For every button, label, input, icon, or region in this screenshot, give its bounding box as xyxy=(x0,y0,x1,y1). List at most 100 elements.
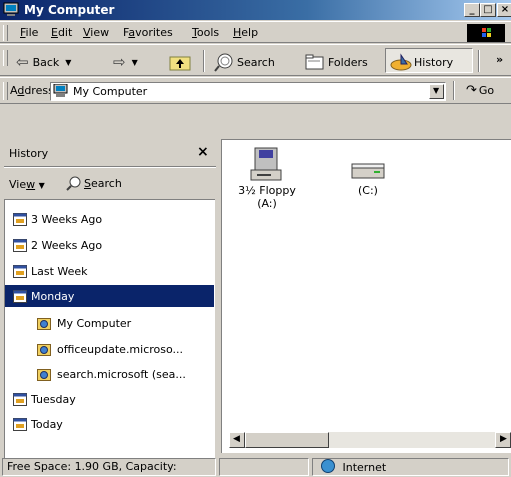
scroll-right-button[interactable]: ▶ xyxy=(495,432,511,448)
address-label: Address xyxy=(10,84,54,97)
calendar-icon xyxy=(13,289,27,303)
drive-label-line1: 3½ Floppy xyxy=(238,184,296,197)
status-zone-label: Internet xyxy=(342,461,387,474)
forward-arrow-icon: ⇨ xyxy=(113,53,126,71)
calendar-icon xyxy=(13,238,27,252)
back-button[interactable]: ⇦ Back ▼ xyxy=(16,51,71,73)
status-bar: Free Space: 1.90 GB, Capacity: Internet xyxy=(0,456,511,477)
menu-favorites[interactable]: Favorites xyxy=(123,26,173,39)
history-item-label: My Computer xyxy=(57,316,132,330)
drive-label-line2: (A:) xyxy=(257,197,277,210)
my-computer-small-icon xyxy=(53,84,68,97)
maximize-button[interactable]: □ xyxy=(480,3,496,17)
chevron-down-icon: ▼ xyxy=(433,86,440,95)
back-arrow-icon: ⇦ xyxy=(16,53,29,71)
menu-bar: File Edit View Favorites Tools Help xyxy=(0,21,511,43)
drive-label-line1: (C:) xyxy=(358,184,378,197)
up-folder-icon xyxy=(169,56,191,71)
address-separator xyxy=(453,81,455,100)
up-folder-button[interactable] xyxy=(169,51,191,73)
history-item-label: Last Week xyxy=(31,264,88,278)
windows-logo-icon xyxy=(467,24,505,42)
history-item-label: search.microsoft (sea... xyxy=(57,367,186,381)
floppy-drive-icon xyxy=(250,147,282,181)
history-pane-title: History xyxy=(9,147,49,160)
toolbar-separator xyxy=(203,50,205,72)
history-pane-header: History × xyxy=(4,139,216,168)
search-button[interactable]: Search xyxy=(214,51,275,73)
menu-grip[interactable] xyxy=(3,25,8,41)
calendar-icon xyxy=(13,212,27,226)
title-bar[interactable]: My Computer _ □ × xyxy=(0,0,511,20)
history-site-icon xyxy=(37,318,51,330)
history-site-icon xyxy=(37,369,51,381)
address-grip[interactable] xyxy=(3,82,8,100)
history-item-label: 3 Weeks Ago xyxy=(31,212,103,226)
history-site-icon xyxy=(37,344,51,356)
history-item-label: Monday xyxy=(31,289,75,303)
internet-globe-icon xyxy=(321,459,335,473)
back-dropdown-icon[interactable]: ▼ xyxy=(65,58,71,67)
menu-file[interactable]: File xyxy=(20,26,38,39)
status-zone-panel: Internet xyxy=(312,458,509,476)
history-tree: 3 Weeks Ago 2 Weeks Ago Last Week Monday xyxy=(4,199,215,459)
folders-button[interactable]: Folders xyxy=(305,51,368,73)
scroll-left-button[interactable]: ◀ xyxy=(229,432,245,448)
address-value[interactable]: My Computer xyxy=(73,85,147,98)
pane-divider xyxy=(4,166,216,168)
go-label: Go xyxy=(478,84,495,97)
hard-drive-item[interactable]: (C:) xyxy=(338,146,398,197)
history-view-button[interactable]: View ▼ xyxy=(9,178,45,191)
window-title: My Computer xyxy=(24,3,115,17)
history-item-monday[interactable]: Monday xyxy=(5,285,214,307)
history-sundial-icon xyxy=(390,53,412,71)
status-empty-panel xyxy=(219,458,309,476)
explorer-window: My Computer _ □ × File Edit View Favorit… xyxy=(0,0,511,477)
folders-icon xyxy=(305,54,324,70)
history-item-tuesday[interactable]: Tuesday xyxy=(5,388,214,410)
history-item-3-weeks-ago[interactable]: 3 Weeks Ago xyxy=(5,208,214,230)
menu-tools[interactable]: Tools xyxy=(192,26,219,39)
close-window-button[interactable]: × xyxy=(497,3,511,17)
history-item-label: Today xyxy=(31,417,63,431)
history-site-my-computer[interactable]: My Computer xyxy=(5,312,214,334)
history-item-2-weeks-ago[interactable]: 2 Weeks Ago xyxy=(5,234,214,256)
history-site-officeupdate[interactable]: officeupdate.microso... xyxy=(5,338,214,360)
minimize-button[interactable]: _ xyxy=(464,3,480,17)
forward-button[interactable]: ⇨ ▼ xyxy=(113,51,138,73)
history-item-label: Tuesday xyxy=(31,392,76,406)
horizontal-scrollbar[interactable]: ◀ ▶ xyxy=(229,432,511,448)
address-dropdown-button[interactable]: ▼ xyxy=(429,84,444,99)
close-pane-icon[interactable]: × xyxy=(197,144,209,160)
history-button-content[interactable]: History xyxy=(390,51,453,73)
history-site-search-microsoft[interactable]: search.microsoft (sea... xyxy=(5,363,214,385)
scroll-thumb[interactable] xyxy=(245,432,329,448)
search-globe-small-icon xyxy=(66,176,81,191)
history-pane: History × View ▼ Search 3 Weeks Ago 2 We… xyxy=(4,139,216,459)
forward-dropdown-icon[interactable]: ▼ xyxy=(132,58,138,67)
toolbar-grip[interactable] xyxy=(3,50,8,66)
calendar-icon xyxy=(13,417,27,431)
calendar-icon xyxy=(13,264,27,278)
go-arrow-icon: ↷ xyxy=(466,83,477,98)
search-globe-icon xyxy=(214,53,233,72)
address-combobox[interactable]: My Computer ▼ xyxy=(50,82,446,101)
history-item-label: officeupdate.microso... xyxy=(57,342,184,356)
menu-view[interactable]: View xyxy=(83,26,109,39)
history-item-last-week[interactable]: Last Week xyxy=(5,260,214,282)
history-label: History xyxy=(414,55,454,69)
arrow-right-icon: ▶ xyxy=(500,434,507,444)
floppy-drive-item[interactable]: 3½ Floppy (A:) xyxy=(232,146,302,210)
back-label: Back xyxy=(32,55,60,69)
search-label: Search xyxy=(237,55,275,69)
status-free-space: Free Space: 1.90 GB, Capacity: xyxy=(2,458,216,476)
history-item-today[interactable]: Today xyxy=(5,413,214,435)
menu-help[interactable]: Help xyxy=(233,26,258,39)
calendar-icon xyxy=(13,392,27,406)
history-search-button[interactable]: Search xyxy=(66,175,122,191)
toolbar-overflow-chevron[interactable]: » xyxy=(496,48,503,70)
history-item-label: 2 Weeks Ago xyxy=(31,238,103,252)
menu-edit[interactable]: Edit xyxy=(51,26,72,39)
go-button[interactable]: ↷ Go xyxy=(466,83,494,98)
my-computer-icon xyxy=(3,2,19,16)
